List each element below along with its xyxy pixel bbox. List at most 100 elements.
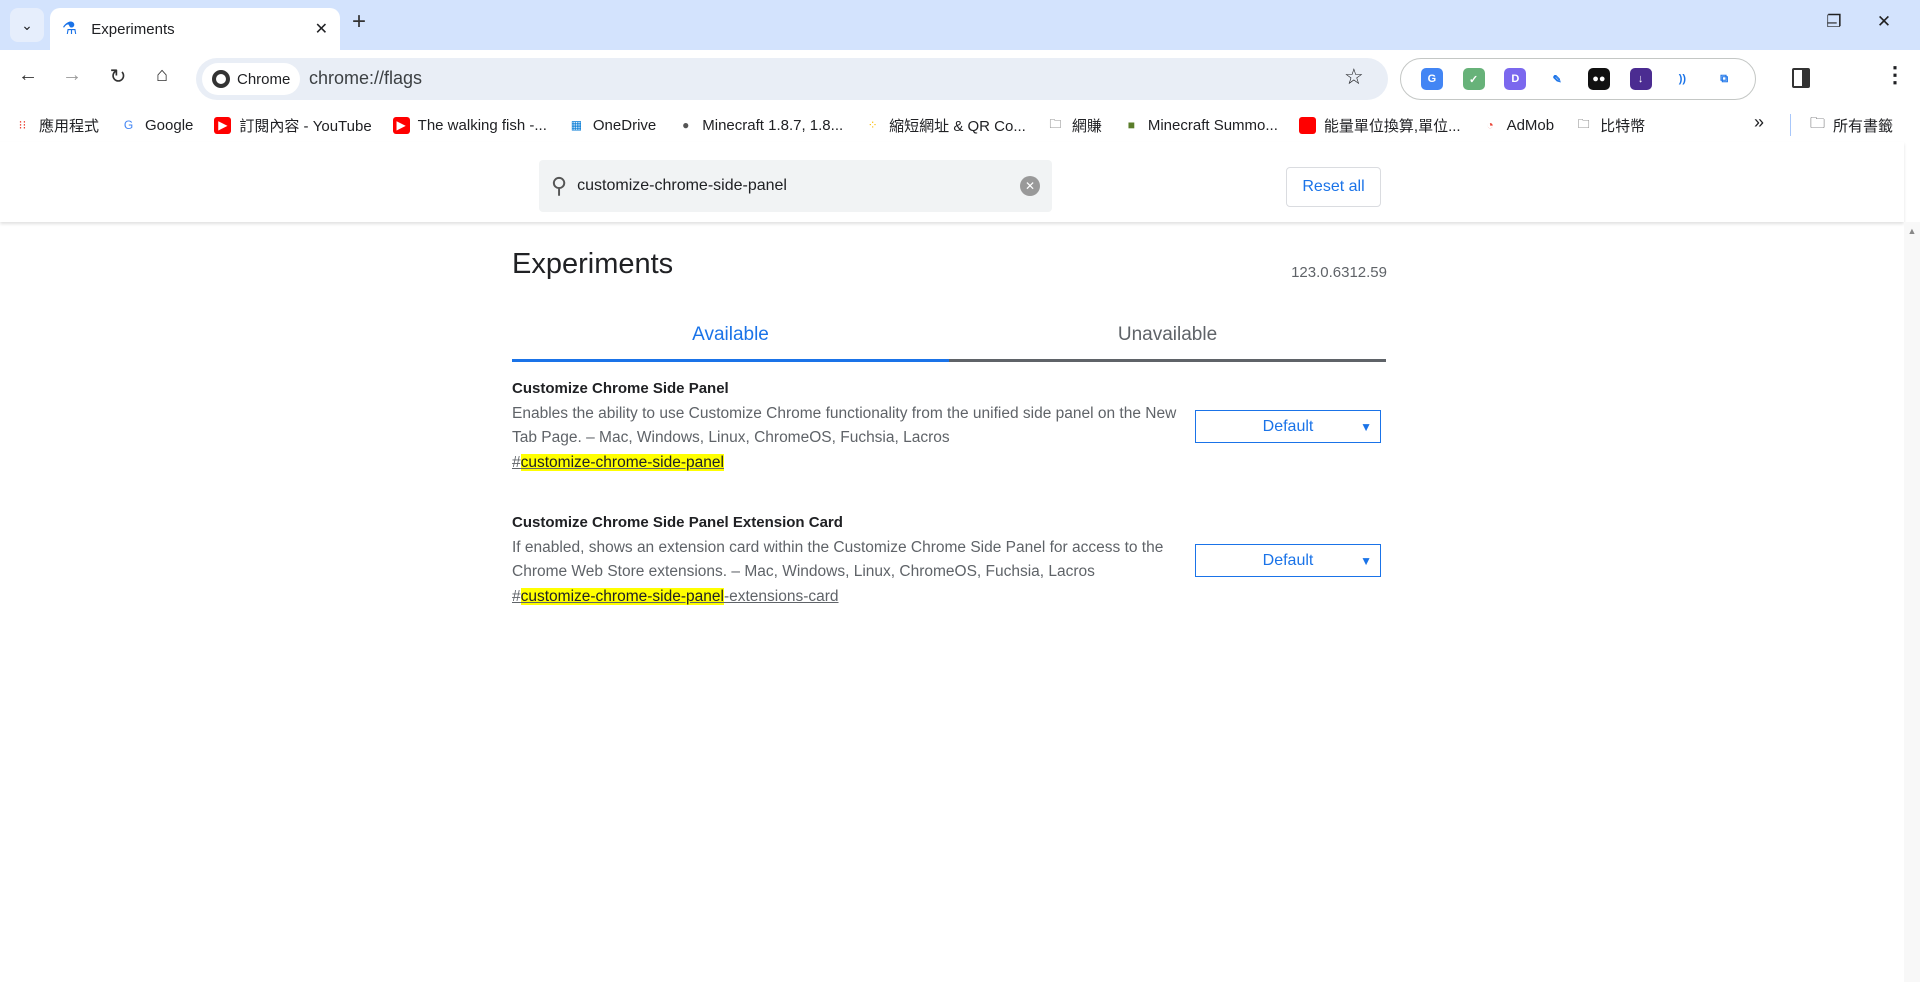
chip-label: Chrome xyxy=(237,70,291,88)
search-input[interactable] xyxy=(577,177,1020,195)
globe-icon: ● xyxy=(682,118,690,132)
restore-button[interactable]: ❐ xyxy=(1814,12,1854,32)
tab-unavailable[interactable]: Unavailable xyxy=(949,310,1386,362)
red-square-icon xyxy=(1298,116,1316,134)
hash: # xyxy=(512,588,521,605)
microsoft-icon: ▦ xyxy=(570,118,583,132)
tab-available[interactable]: Available xyxy=(512,310,949,362)
bookmark-item[interactable]: ⁘ 縮短網址 & QR Co... xyxy=(864,115,1026,136)
flag-item: Customize Chrome Side Panel Enables the … xyxy=(512,380,1387,472)
chevron-down-icon: ⌄ xyxy=(21,16,33,33)
flag-select[interactable]: Default ▼ xyxy=(1195,544,1381,577)
close-tab-icon[interactable]: ✕ xyxy=(315,19,328,39)
chevron-down-icon: ▼ xyxy=(1360,419,1372,434)
bookmark-item[interactable]: 🗀 網賺 xyxy=(1047,115,1102,136)
bookmark-label: 比特幣 xyxy=(1600,117,1646,135)
lamp-extension-icon[interactable]: ✎ xyxy=(1546,68,1569,90)
bookmark-label: 訂閱內容 - YouTube xyxy=(239,117,372,135)
apps-grid-icon: ⁝⁝ xyxy=(18,118,27,132)
bookmarks-divider xyxy=(1790,114,1791,136)
search-icon: ⚲ xyxy=(551,173,568,198)
d-extension-icon[interactable]: D xyxy=(1504,68,1527,90)
flag-title: Customize Chrome Side Panel xyxy=(512,380,729,397)
bookmark-item[interactable]: ■ Minecraft Summo... xyxy=(1123,117,1278,134)
bookmark-label: Google xyxy=(145,116,194,134)
bookmark-item[interactable]: G Google xyxy=(120,116,194,134)
bookmark-label: AdMob xyxy=(1506,116,1555,134)
youtube-icon: ▶ xyxy=(392,116,410,134)
search-match: customize-chrome-side-panel xyxy=(520,454,724,471)
flag-permalink[interactable]: #customize-chrome-side-panel xyxy=(512,454,724,472)
folder-icon: 🗀 xyxy=(1049,116,1062,131)
extensions-bar: G ✓ D ✎ ●● ↓)) ⧉ xyxy=(1400,58,1756,100)
grass-block-icon: ■ xyxy=(1127,118,1135,132)
bookmark-label: OneDrive xyxy=(592,116,657,134)
adguard-icon[interactable]: ✓ xyxy=(1462,68,1485,90)
url-text[interactable]: chrome://flags xyxy=(309,68,422,89)
tampermonkey-icon[interactable]: ●● xyxy=(1587,68,1610,90)
chevron-down-icon: ▼ xyxy=(1360,553,1372,568)
close-window-button[interactable]: ✕ xyxy=(1864,12,1904,32)
home-button[interactable]: ⌂ xyxy=(147,64,177,87)
bookmarks-overflow-button[interactable]: » xyxy=(1754,112,1764,133)
page-title: Experiments xyxy=(512,248,674,280)
select-value: Default xyxy=(1262,551,1314,569)
scroll-up-icon[interactable]: ▲ xyxy=(1904,226,1920,236)
flag-select[interactable]: Default ▼ xyxy=(1195,410,1381,443)
youtube-icon: ▶ xyxy=(214,116,232,134)
extensions-puzzle-icon[interactable]: ⧉ xyxy=(1713,68,1736,90)
bookmark-label: The walking fish -... xyxy=(417,116,547,134)
tab-title: Experiments xyxy=(91,20,175,38)
select-value: Default xyxy=(1262,417,1314,435)
menu-icon[interactable]: ⋮ xyxy=(1884,62,1906,88)
bookmark-label: 縮短網址 & QR Co... xyxy=(889,117,1026,135)
bookmark-item[interactable]: 能量單位換算,單位... xyxy=(1298,115,1461,136)
flag-description: If enabled, shows an extension card with… xyxy=(512,539,1164,580)
new-tab-button[interactable]: + xyxy=(352,8,366,36)
bookmark-item[interactable]: ⁝⁝ 應用程式 xyxy=(14,115,99,136)
side-panel-icon[interactable] xyxy=(1792,68,1810,88)
bookmark-label: Minecraft 1.8.7, 1.8... xyxy=(702,116,844,134)
link-rest: -extensions-card xyxy=(723,588,839,605)
back-button[interactable]: ← xyxy=(13,64,43,87)
admob-icon: ◔ xyxy=(1486,118,1494,132)
flask-icon: ⚗ xyxy=(62,19,78,38)
hash: # xyxy=(512,454,521,471)
chrome-icon xyxy=(212,70,230,88)
all-bookmarks-button[interactable]: 🗀 所有書籤 xyxy=(1810,108,1893,142)
bookmark-star-icon[interactable]: ☆ xyxy=(1344,64,1364,90)
bookmark-label: Minecraft Summo... xyxy=(1147,116,1278,134)
flag-permalink[interactable]: #customize-chrome-side-panel-extensions-… xyxy=(512,588,839,606)
bookmark-item[interactable]: ● Minecraft 1.8.7, 1.8... xyxy=(677,117,843,134)
reset-all-button[interactable]: Reset all xyxy=(1286,167,1381,207)
read-aloud-icon[interactable]: )) xyxy=(1671,68,1694,90)
all-bookmarks-label: 所有書籤 xyxy=(1833,117,1894,135)
forward-button[interactable]: → xyxy=(57,64,87,87)
flag-title: Customize Chrome Side Panel Extension Ca… xyxy=(512,514,843,531)
bookmark-item[interactable]: ▶ The walking fish -... xyxy=(392,116,547,134)
folder-icon: 🗀 xyxy=(1577,116,1590,131)
bookmark-label: 應用程式 xyxy=(39,117,100,135)
bookmark-item[interactable]: 🗀 比特幣 xyxy=(1575,115,1646,136)
scrollbar[interactable]: ▲ xyxy=(1904,222,1920,982)
bookmark-label: 能量單位換算,單位... xyxy=(1323,117,1461,135)
flag-description: Enables the ability to use Customize Chr… xyxy=(512,405,1177,446)
folder-icon: 🗀 xyxy=(1810,114,1826,132)
dots-icon: ⁘ xyxy=(867,118,878,132)
reload-button[interactable]: ↻ xyxy=(103,64,133,89)
google-icon: G xyxy=(123,118,134,132)
bookmark-label: 網賺 xyxy=(1071,117,1102,135)
search-box: ⚲ ✕ xyxy=(539,160,1052,212)
clear-search-icon[interactable]: ✕ xyxy=(1020,176,1040,196)
bookmark-item[interactable]: ▶ 訂閱內容 - YouTube xyxy=(214,115,372,136)
tab-experiments[interactable]: ⚗ Experiments ✕ xyxy=(50,8,340,50)
site-chip[interactable]: Chrome xyxy=(202,63,301,95)
downloader-icon[interactable]: ↓ xyxy=(1629,68,1652,90)
bookmark-item[interactable]: ◔ AdMob xyxy=(1482,116,1555,134)
bookmark-item[interactable]: ▦ OneDrive xyxy=(568,116,657,134)
tab-search-button[interactable]: ⌄ xyxy=(10,8,44,42)
bookmarks-bar: ⁝⁝ 應用程式 G Google ▶ 訂閱內容 - YouTube ▶ The walking… xyxy=(0,108,1920,142)
search-match: customize-chrome-side-panel xyxy=(520,588,724,605)
google-translate-icon[interactable]: G xyxy=(1420,68,1443,90)
version-label: 123.0.6312.59 xyxy=(1291,264,1387,281)
